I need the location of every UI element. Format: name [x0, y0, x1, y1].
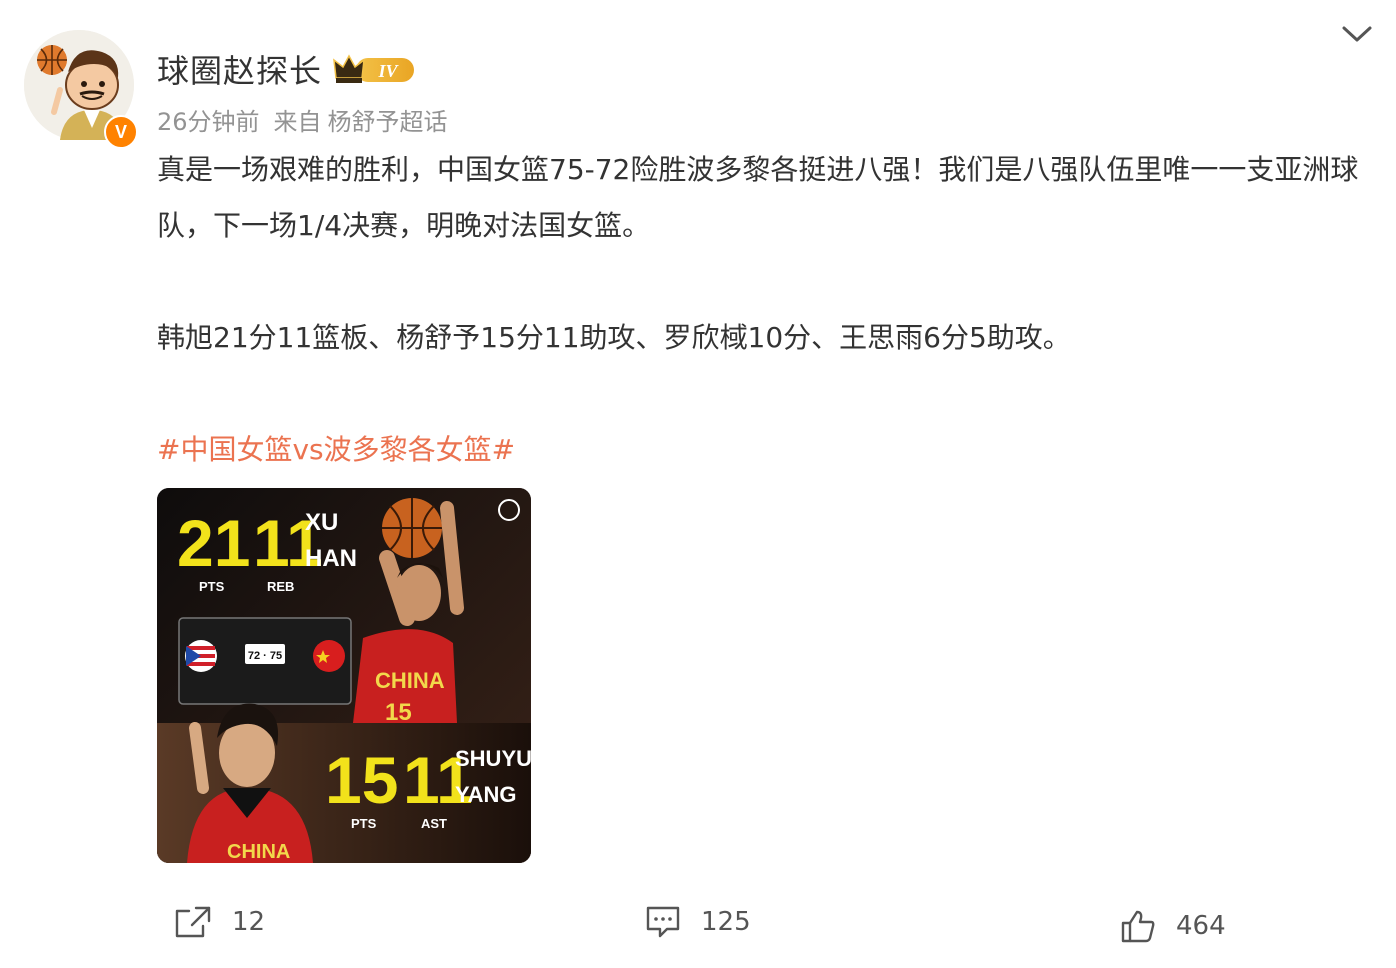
username[interactable]: 球圈赵探长	[157, 46, 322, 92]
top-name-last: HAN	[305, 545, 357, 572]
chevron-down-icon[interactable]	[1340, 22, 1374, 46]
post-paragraph: 韩旭21分11篮板、杨舒予15分11助攻、罗欣棫10分、王思雨6分5助攻。	[157, 321, 1071, 354]
post-content: 真是一场艰难的胜利，中国女篮75-72险胜波多黎各挺进八强！我们是八强队伍里唯一…	[157, 142, 1377, 478]
portrait-jersey-text: CHINA	[227, 841, 290, 863]
source-prefix: 来自	[273, 108, 322, 136]
crown-icon: IV	[333, 54, 414, 83]
verified-icon: V	[104, 115, 138, 149]
share-button[interactable]: 12	[174, 905, 265, 939]
scoreboard: 72 · 75	[178, 617, 352, 705]
player-jersey-number: 15	[385, 699, 412, 726]
comment-button[interactable]: 125	[645, 905, 751, 939]
like-button[interactable]: 464	[1120, 909, 1226, 943]
player-jersey-text: CHINA	[375, 668, 445, 693]
share-count: 12	[232, 907, 266, 937]
level-badge-text: IV	[377, 61, 399, 81]
post-image[interactable]: 21 11 XU HAN PTS REB CHINA 15 72 · 75 CH…	[157, 488, 531, 863]
bottom-points: 15	[325, 743, 398, 817]
bottom-name-last: YANG	[455, 782, 517, 807]
top-reb-label: REB	[267, 579, 294, 594]
comment-icon	[646, 906, 680, 938]
basketball-icon	[37, 45, 67, 75]
top-pts-label: PTS	[199, 579, 225, 594]
score-text: 72 · 75	[248, 650, 282, 662]
like-count: 464	[1176, 911, 1226, 941]
post-meta: 26分钟前 来自 杨舒予超话	[157, 102, 462, 137]
bottom-ast-label: AST	[421, 816, 447, 831]
top-points: 21	[177, 506, 250, 580]
hashtag-link[interactable]: #中国女篮vs波多黎各女篮#	[157, 433, 515, 466]
action-bar: 12 125 464	[0, 905, 1396, 955]
source-link[interactable]: 杨舒予超话	[328, 108, 448, 136]
stats-graphic: 21 11 XU HAN PTS REB CHINA 15 72 · 75 CH…	[157, 488, 531, 863]
bottom-name-first: SHUYU	[455, 746, 531, 771]
comment-count: 125	[701, 907, 751, 937]
top-name-first: XU	[305, 509, 338, 536]
post-time[interactable]: 26分钟前	[157, 108, 260, 136]
share-icon	[175, 906, 211, 938]
bottom-pts-label: PTS	[351, 816, 377, 831]
post-paragraph: 真是一场艰难的胜利，中国女篮75-72险胜波多黎各挺进八强！我们是八强队伍里唯一…	[157, 153, 1359, 242]
like-icon	[1121, 910, 1155, 943]
basketball-icon	[382, 498, 442, 558]
